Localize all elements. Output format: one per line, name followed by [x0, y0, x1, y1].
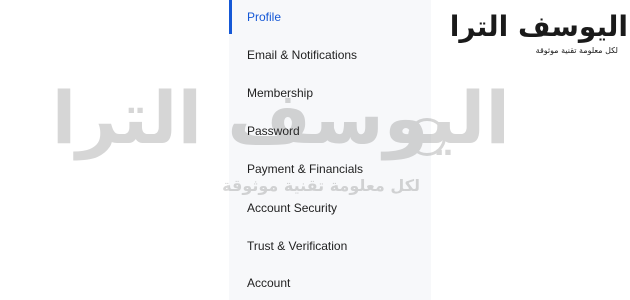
watermark-logo: اليوسف الترا لكل معلومة تقنية موثوقة: [450, 10, 628, 60]
sidebar-item-label: Trust & Verification: [247, 239, 348, 253]
sidebar-item-email-notifications[interactable]: Email & Notifications: [229, 38, 431, 72]
watermark-logo-subtitle: لكل معلومة تقنية موثوقة: [535, 46, 618, 55]
sidebar-item-profile[interactable]: Profile: [229, 0, 431, 34]
sidebar-item-account[interactable]: Account: [229, 266, 431, 300]
sidebar-item-trust-verification[interactable]: Trust & Verification: [229, 229, 431, 263]
sidebar-item-payment-financials[interactable]: Payment & Financials: [229, 152, 431, 186]
sidebar-item-label: Account Security: [247, 201, 338, 215]
sidebar-item-label: Account: [247, 276, 291, 290]
sidebar-item-label: Membership: [247, 86, 314, 100]
sidebar-item-password[interactable]: Password: [229, 114, 431, 148]
sidebar-item-label: Payment & Financials: [247, 162, 364, 176]
sidebar-item-label: Email & Notifications: [247, 48, 358, 62]
sidebar-item-membership[interactable]: Membership: [229, 76, 431, 110]
sidebar-item-label: Password: [247, 124, 300, 138]
watermark-logo-title: اليوسف الترا: [449, 10, 628, 43]
settings-sidebar: Profile Email & Notifications Membership…: [229, 0, 431, 300]
sidebar-item-label: Profile: [247, 10, 282, 24]
sidebar-item-account-security[interactable]: Account Security: [229, 191, 431, 225]
